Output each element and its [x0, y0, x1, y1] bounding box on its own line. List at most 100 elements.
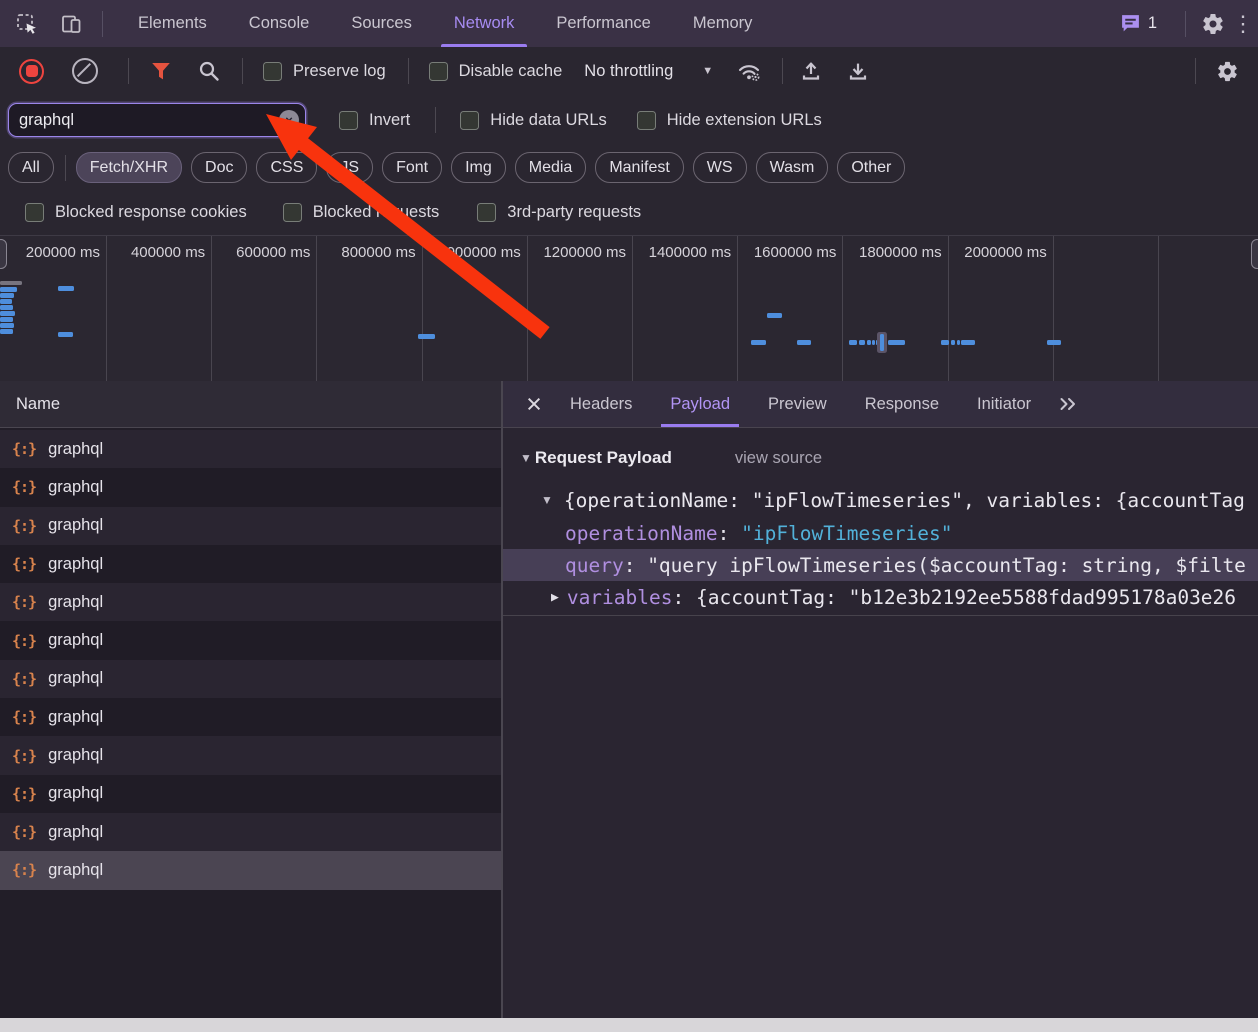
request-name: graphql: [48, 555, 103, 574]
devtools-tab-bar: ElementsConsoleSourcesNetworkPerformance…: [0, 0, 1258, 48]
tab-elements[interactable]: Elements: [117, 0, 228, 47]
request-row[interactable]: {:}graphql: [0, 698, 501, 736]
tab-sources[interactable]: Sources: [330, 0, 433, 47]
export-har-button[interactable]: [847, 60, 869, 82]
panel-tab-strip: ElementsConsoleSourcesNetworkPerformance…: [117, 0, 773, 47]
record-icon: [26, 65, 38, 77]
more-detail-tabs-button[interactable]: [1058, 395, 1078, 413]
filter-chip-media[interactable]: Media: [515, 152, 587, 183]
payload-entry-operation-name[interactable]: operationName"ipFlowTimeseries": [503, 517, 1258, 549]
gear-icon: [1201, 12, 1225, 36]
detail-tab-payload[interactable]: Payload: [651, 381, 749, 427]
view-source-link[interactable]: view source: [735, 449, 822, 468]
request-timing-bar: [0, 329, 13, 334]
hide-data-urls-checkbox[interactable]: [460, 111, 479, 130]
filter-chip-manifest[interactable]: Manifest: [595, 152, 683, 183]
filter-chip-wasm[interactable]: Wasm: [756, 152, 829, 183]
divider: [503, 615, 1258, 616]
network-settings-button[interactable]: [1216, 60, 1239, 83]
request-details-panel: × HeadersPayloadPreviewResponseInitiator…: [503, 381, 1258, 1018]
import-har-button[interactable]: [800, 60, 822, 82]
request-row[interactable]: {:}graphql: [0, 583, 501, 621]
request-row[interactable]: {:}graphql: [0, 507, 501, 545]
blocked-response-cookies-checkbox[interactable]: [25, 203, 44, 222]
payload-entry-query[interactable]: query"query ipFlowTimeseries($accountTag…: [503, 549, 1258, 581]
divider: [435, 107, 436, 133]
request-timing-bar: [961, 340, 975, 345]
request-row[interactable]: {:}graphql: [0, 545, 501, 583]
filter-chip-js[interactable]: JS: [326, 152, 373, 183]
expand-triangle-icon[interactable]: ▶: [551, 590, 559, 605]
payload-entry-variables[interactable]: ▶variables{accountTag: "b12e3b2192ee5588…: [503, 581, 1258, 613]
payload-key: variables: [567, 586, 696, 609]
collapse-triangle-icon[interactable]: ▼: [520, 451, 532, 465]
request-row[interactable]: {:}graphql: [0, 851, 501, 889]
filter-chip-doc[interactable]: Doc: [191, 152, 247, 183]
payload-root-object[interactable]: ▼ {operationName: "ipFlowTimeseries", va…: [503, 484, 1258, 516]
issues-button[interactable]: 1: [1120, 13, 1157, 34]
collapse-triangle-icon[interactable]: ▼: [541, 493, 553, 507]
tab-network[interactable]: Network: [433, 0, 536, 47]
close-details-button[interactable]: ×: [517, 387, 551, 421]
record-button[interactable]: [19, 59, 44, 84]
tab-console[interactable]: Console: [228, 0, 331, 47]
request-row[interactable]: {:}graphql: [0, 430, 501, 468]
invert-checkbox[interactable]: [339, 111, 358, 130]
request-row[interactable]: {:}graphql: [0, 813, 501, 851]
hide-extension-urls-checkbox[interactable]: [637, 111, 656, 130]
tab-memory[interactable]: Memory: [672, 0, 774, 47]
timeline-scroll-handle-right[interactable]: [1251, 239, 1258, 269]
request-timing-bar: [418, 334, 435, 339]
third-party-requests-checkbox[interactable]: [477, 203, 496, 222]
filter-chip-css[interactable]: CSS: [256, 152, 317, 183]
clear-filter-icon[interactable]: ×: [279, 110, 299, 130]
settings-gear-button[interactable]: [1198, 9, 1228, 39]
preserve-log-checkbox[interactable]: [263, 62, 282, 81]
detail-tab-strip: HeadersPayloadPreviewResponseInitiator: [551, 381, 1050, 427]
request-list-panel: Name {:}graphql{:}graphql{:}graphql{:}gr…: [0, 381, 503, 1018]
request-timing-bar: [941, 340, 949, 345]
divider: [782, 58, 783, 84]
filter-chip-all[interactable]: All: [8, 152, 54, 183]
divider: [1195, 58, 1196, 84]
blocked-requests-checkbox[interactable]: [283, 203, 302, 222]
detail-tab-preview[interactable]: Preview: [749, 381, 846, 427]
request-row[interactable]: {:}graphql: [0, 660, 501, 698]
network-overview-timeline[interactable]: 200000 ms400000 ms600000 ms800000 ms1000…: [0, 235, 1258, 383]
issues-bubble-icon: [1120, 13, 1141, 34]
request-name: graphql: [48, 746, 103, 765]
request-row[interactable]: {:}graphql: [0, 468, 501, 506]
request-row[interactable]: {:}graphql: [0, 736, 501, 774]
name-column-header[interactable]: Name: [0, 381, 501, 428]
detail-tab-initiator[interactable]: Initiator: [958, 381, 1050, 427]
request-row[interactable]: {:}graphql: [0, 621, 501, 659]
tab-performance[interactable]: Performance: [535, 0, 671, 47]
detail-tab-headers[interactable]: Headers: [551, 381, 651, 427]
filter-chip-ws[interactable]: WS: [693, 152, 747, 183]
request-payload-section[interactable]: ▼ Request Payload view source: [503, 443, 1258, 473]
more-options-button[interactable]: ⋮: [1228, 9, 1258, 39]
filter-button[interactable]: [151, 62, 171, 81]
filter-chip-fetch-xhr[interactable]: Fetch/XHR: [76, 152, 182, 183]
disable-cache-checkbox[interactable]: [429, 62, 448, 81]
network-conditions-button[interactable]: [736, 60, 762, 82]
request-timing-bar: [0, 305, 13, 310]
timeline-tick-label: 2000000 ms: [887, 244, 1047, 261]
json-file-icon: {:}: [12, 593, 36, 611]
filter-chip-img[interactable]: Img: [451, 152, 506, 183]
filter-chip-font[interactable]: Font: [382, 152, 442, 183]
search-button[interactable]: [198, 60, 220, 82]
filter-chip-other[interactable]: Other: [837, 152, 905, 183]
divider: [408, 58, 409, 84]
throttling-dropdown[interactable]: No throttling ▼: [584, 62, 713, 81]
filter-input[interactable]: [8, 103, 306, 137]
clear-network-log-button[interactable]: [72, 58, 98, 84]
device-toolbar-button[interactable]: [56, 9, 86, 39]
request-row[interactable]: {:}graphql: [0, 775, 501, 813]
detail-tab-response[interactable]: Response: [846, 381, 958, 427]
request-timing-bar: [0, 281, 22, 285]
download-icon: [847, 60, 869, 82]
inspect-element-button[interactable]: [12, 9, 42, 39]
blocked-requests-label: Blocked requests: [313, 203, 440, 222]
detail-tab-bar: × HeadersPayloadPreviewResponseInitiator: [503, 381, 1258, 428]
